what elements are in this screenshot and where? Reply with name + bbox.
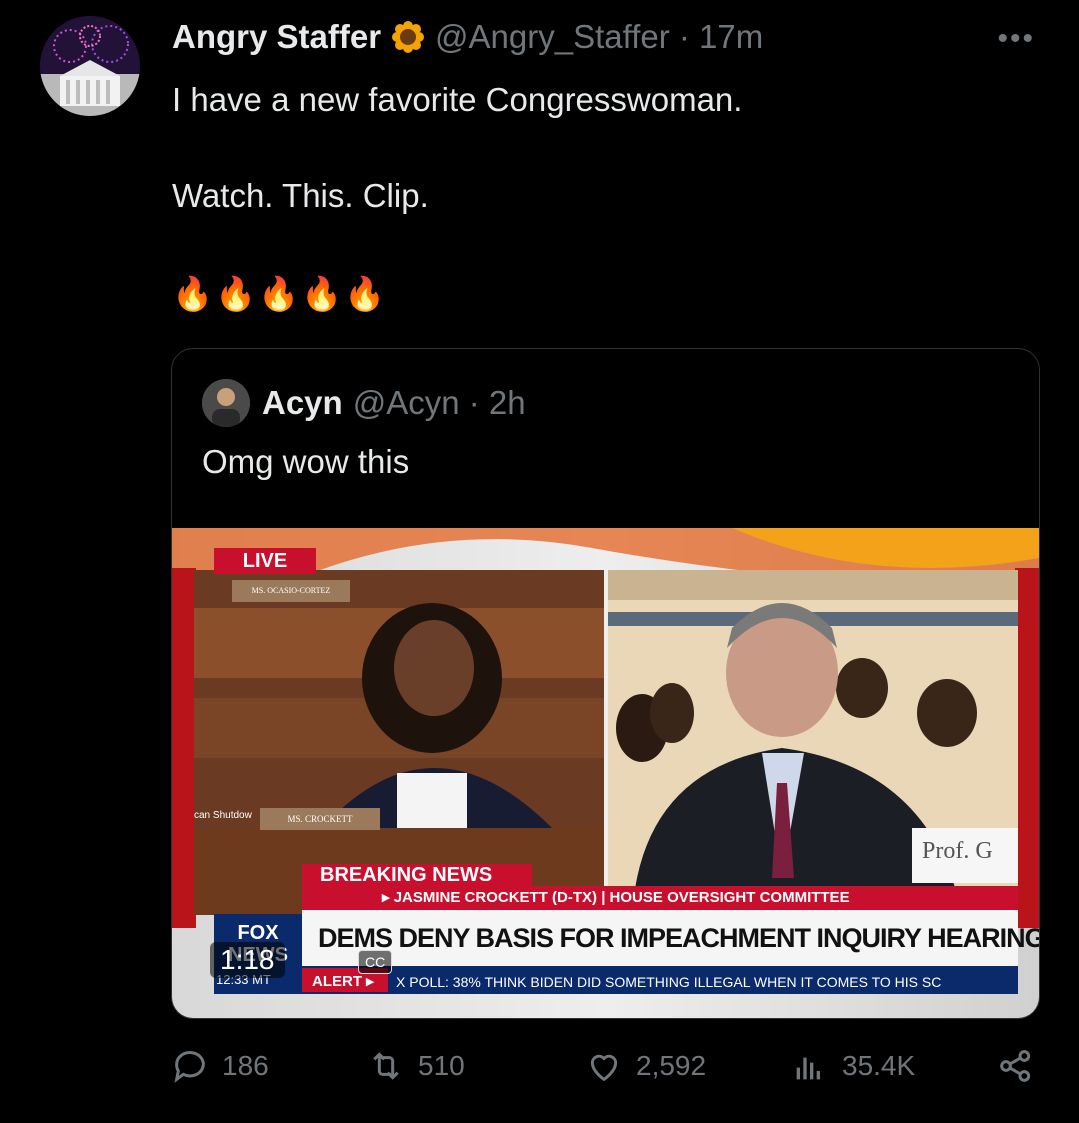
fire-emoji-row: 🔥 🔥 🔥 🔥 🔥 bbox=[172, 270, 1032, 318]
reply-button[interactable]: 186 bbox=[170, 1046, 269, 1086]
side-ticker-text: can Shutdow bbox=[194, 810, 252, 821]
author-handle-time[interactable]: @Angry_Staffer · 17m bbox=[435, 18, 763, 56]
video-player[interactable]: LIVE MS. OCASIO-CORTEZ MS. CROCKETT can … bbox=[172, 528, 1039, 1018]
tweet-line-1: I have a new favorite Congresswoman. bbox=[172, 81, 743, 118]
tweet-line-2: Watch. This. Clip. bbox=[172, 177, 429, 214]
headline: DEMS DENY BASIS FOR IMPEACHMENT INQUIRY … bbox=[318, 923, 1039, 953]
like-count: 2,592 bbox=[636, 1050, 707, 1081]
live-badge: LIVE bbox=[242, 550, 288, 572]
subheadline: ▸ JASMINE CROCKETT (D-TX) | HOUSE OVERSI… bbox=[382, 889, 850, 906]
nameplate-crockett: MS. CROCKETT bbox=[287, 814, 353, 824]
retweet-button[interactable]: 510 bbox=[366, 1046, 465, 1086]
fire-emoji: 🔥 bbox=[258, 275, 300, 312]
nameplate-ocasio-cortez: MS. OCASIO-CORTEZ bbox=[251, 586, 331, 595]
tweet-header: Angry Staffer @Angry_Staffer · 17m bbox=[172, 18, 763, 56]
views-count: 35.4K bbox=[842, 1050, 916, 1081]
heart-icon bbox=[590, 1054, 618, 1082]
sunflower-badge-icon bbox=[391, 20, 425, 54]
tweet-text: I have a new favorite Congresswoman. Wat… bbox=[172, 76, 1032, 318]
fire-emoji: 🔥 bbox=[301, 275, 343, 312]
fire-emoji: 🔥 bbox=[215, 275, 257, 312]
reply-count: 186 bbox=[222, 1050, 269, 1081]
author-name[interactable]: Angry Staffer bbox=[172, 18, 381, 56]
nameplate-prof: Prof. G bbox=[922, 838, 993, 864]
author-avatar[interactable] bbox=[40, 16, 140, 116]
white-house-fireworks-image bbox=[40, 16, 140, 116]
retweet-count: 510 bbox=[418, 1050, 465, 1081]
retweet-icon bbox=[373, 1052, 399, 1080]
fire-emoji: 🔥 bbox=[172, 275, 214, 312]
share-icon bbox=[1000, 1050, 1031, 1082]
share-button[interactable] bbox=[996, 1046, 1048, 1086]
quoted-author-avatar[interactable] bbox=[202, 379, 250, 427]
fire-emoji: 🔥 bbox=[344, 275, 386, 312]
news-ticker: X POLL: 38% THINK BIDEN DID SOMETHING IL… bbox=[396, 974, 942, 990]
closed-captions-button[interactable]: CC bbox=[358, 950, 393, 974]
ellipsis-icon[interactable]: ••• bbox=[997, 22, 1035, 56]
reply-icon bbox=[174, 1051, 205, 1083]
tweet-action-bar: 186 510 2,592 35.4K bbox=[170, 1046, 1036, 1098]
quoted-tweet-card[interactable]: Acyn @Acyn · 2h Omg wow this LIVE MS. OC… bbox=[171, 348, 1040, 1019]
quoted-author-handle-time[interactable]: @Acyn · 2h bbox=[353, 384, 526, 422]
views-button[interactable]: 35.4K bbox=[790, 1046, 915, 1086]
views-chart-icon bbox=[796, 1057, 820, 1080]
quoted-author-name[interactable]: Acyn bbox=[262, 384, 343, 422]
quoted-tweet-text: Omg wow this bbox=[202, 443, 410, 480]
video-duration: 1:18 bbox=[210, 942, 285, 978]
like-button[interactable]: 2,592 bbox=[584, 1046, 706, 1086]
breaking-news-label: BREAKING NEWS bbox=[320, 864, 493, 886]
quoted-tweet-header: Acyn @Acyn · 2h bbox=[202, 379, 526, 427]
